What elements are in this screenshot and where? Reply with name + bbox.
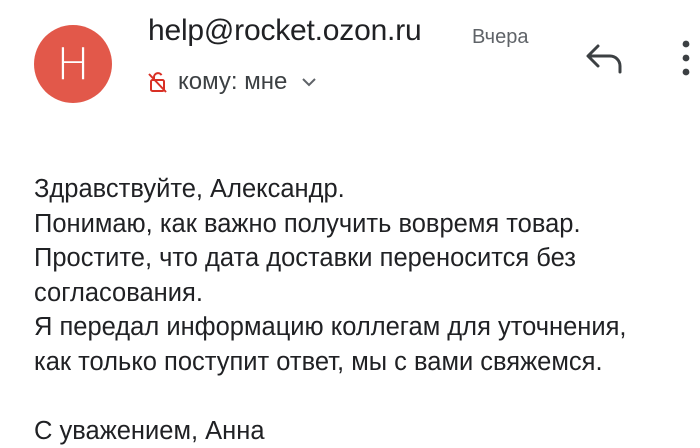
body-line: согласования. [34, 276, 694, 311]
email-date: Вчера [472, 26, 528, 49]
body-spacer [34, 379, 694, 414]
email-body: Здравствуйте, Александр. Понимаю, как ва… [34, 172, 694, 448]
body-line: как только поступит ответ, мы с вами свя… [34, 345, 694, 380]
sender-avatar-initial: H [56, 39, 89, 90]
sender-address[interactable]: help@rocket.ozon.ru [148, 14, 421, 48]
lock-off-icon [148, 71, 168, 93]
body-line: Простите, что дата доставки переносится … [34, 241, 694, 276]
body-line: Понимаю, как важно получить вовремя това… [34, 207, 694, 242]
recipient-label: кому: мне [178, 68, 287, 96]
sender-avatar[interactable]: H [34, 25, 112, 103]
recipient-details-toggle[interactable]: кому: мне [148, 68, 317, 96]
more-vert-icon[interactable] [676, 38, 696, 80]
chevron-down-icon [301, 76, 317, 88]
body-line: Я передал информацию коллегам для уточне… [34, 310, 694, 345]
body-line: Здравствуйте, Александр. [34, 172, 694, 207]
reply-icon[interactable] [584, 40, 626, 76]
email-header: H help@rocket.ozon.ru Вчера кому: мне [0, 0, 700, 110]
email-signature: С уважением, Анна [34, 414, 694, 448]
